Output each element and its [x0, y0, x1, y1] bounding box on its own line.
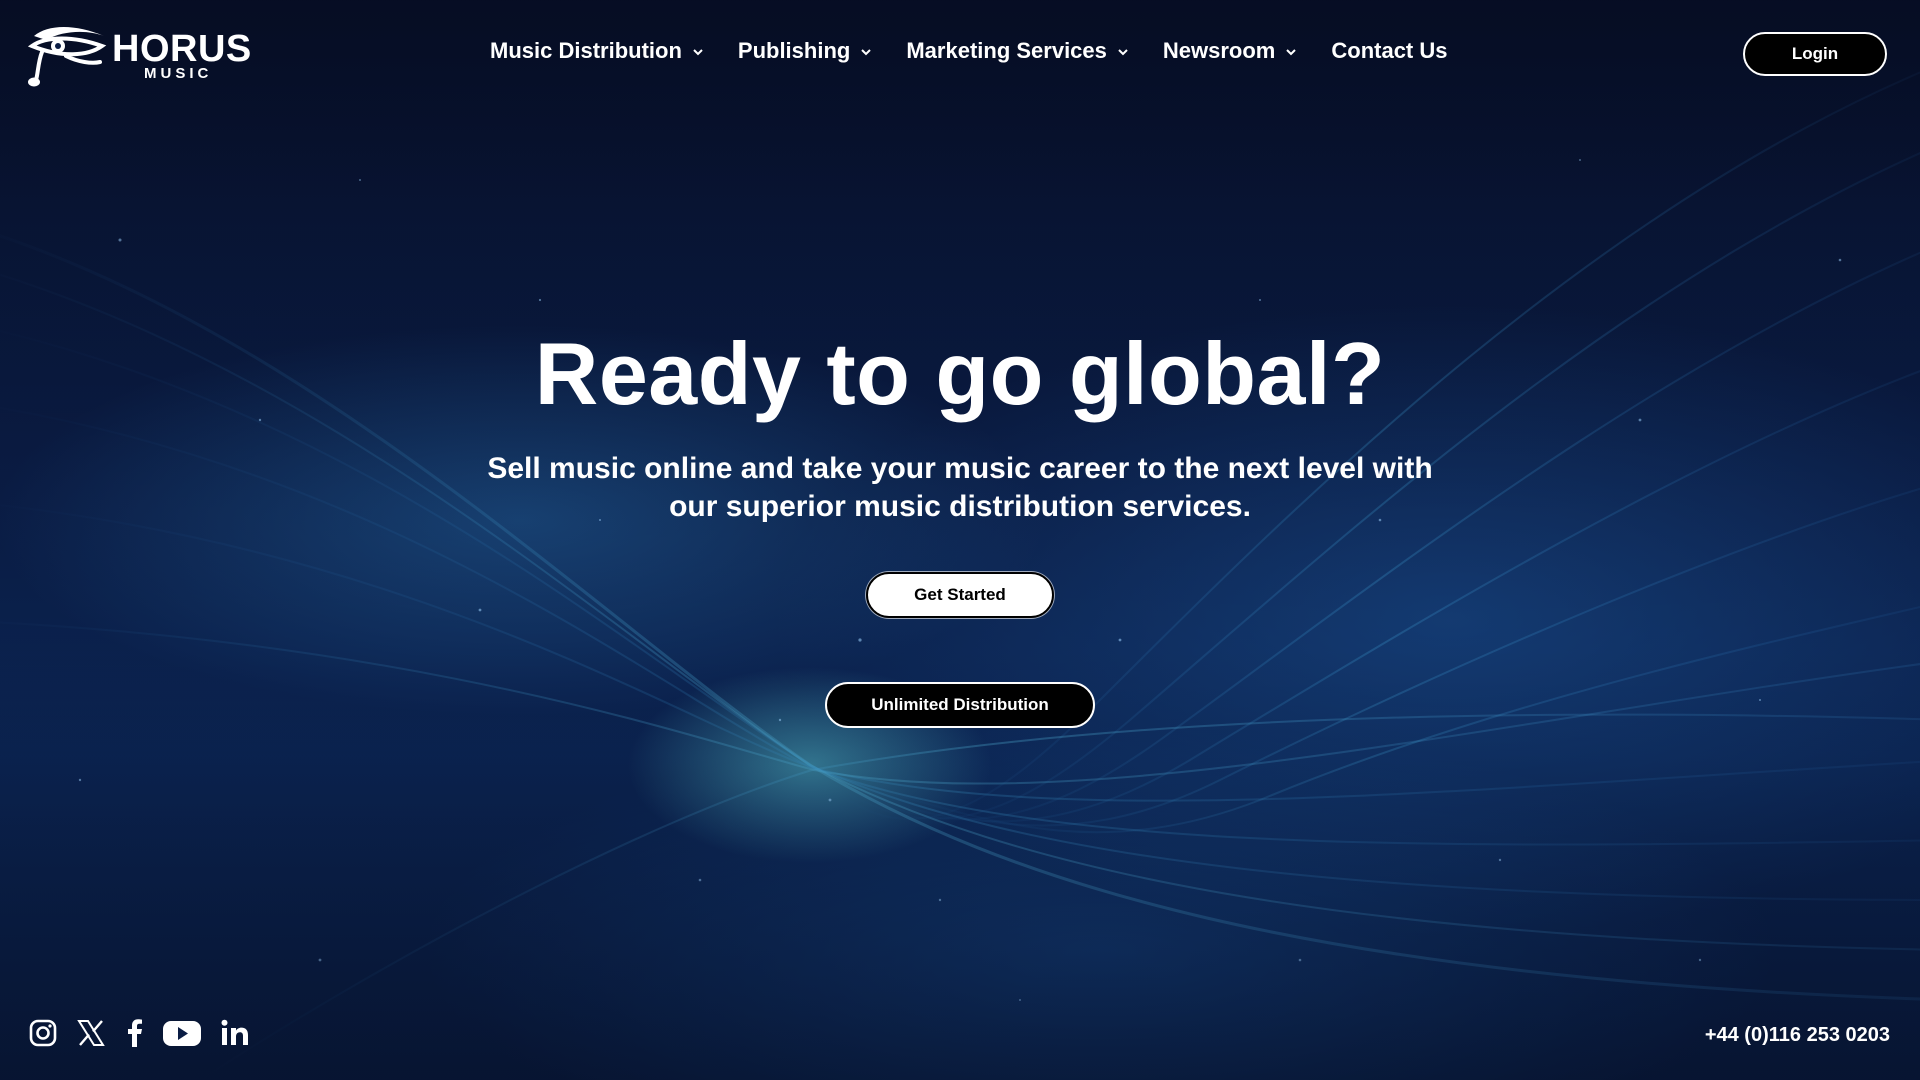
login-button[interactable]: Login — [1743, 32, 1887, 76]
brand-name: HORUS — [112, 27, 252, 70]
get-started-button[interactable]: Get Started — [866, 572, 1054, 618]
chevron-down-icon — [1286, 49, 1297, 56]
site-header: HORUS MUSIC Music Distribution Publishin… — [0, 0, 1920, 110]
chevron-down-icon — [861, 49, 872, 56]
background-vignette — [0, 0, 1920, 1080]
nav-item-newsroom[interactable]: Newsroom — [1163, 38, 1297, 64]
chevron-down-icon — [693, 49, 703, 56]
instagram-icon[interactable] — [28, 1018, 58, 1048]
nav-item-music-distribution[interactable]: Music Distribution — [490, 38, 704, 64]
facebook-icon[interactable] — [124, 1018, 144, 1048]
youtube-icon[interactable] — [162, 1018, 202, 1048]
nav-item-label: Music Distribution — [490, 38, 682, 63]
nav-item-contact-us[interactable]: Contact Us — [1331, 38, 1447, 64]
wave-background-graphic — [0, 71, 1920, 1080]
hero-subtitle: Sell music online and take your music ca… — [487, 452, 1433, 523]
brand-logo[interactable]: HORUS MUSIC — [28, 22, 252, 88]
nav-item-label: Publishing — [737, 38, 851, 63]
brand-sub: MUSIC — [144, 64, 213, 82]
chevron-down-icon — [1118, 49, 1128, 56]
brand-wordmark: HORUS MUSIC — [112, 30, 252, 81]
linkedin-icon[interactable] — [220, 1018, 250, 1048]
social-links — [28, 1018, 268, 1048]
nav-item-label: Marketing Services — [906, 38, 1107, 63]
eye-of-horus-icon — [28, 27, 107, 87]
phone-number[interactable]: +44 (0)116 253 0203 — [1705, 1024, 1890, 1047]
unlimited-distribution-button[interactable]: Unlimited Distribution — [825, 682, 1095, 728]
hero-background: HORUS MUSIC Music Distribution Publishin… — [0, 0, 1920, 1080]
hero-title: Ready to go global? — [534, 324, 1386, 423]
nav-item-label: Newsroom — [1162, 38, 1276, 63]
nav-item-label: Contact Us — [1331, 38, 1448, 63]
nav-item-publishing[interactable]: Publishing — [738, 38, 872, 64]
nav-item-marketing-services[interactable]: Marketing Services — [906, 38, 1129, 64]
hero-section: Ready to go global? Sell music online an… — [0, 330, 1920, 526]
main-nav: Music Distribution Publishing Marketing … — [490, 38, 1482, 64]
x-twitter-icon[interactable] — [76, 1018, 106, 1048]
